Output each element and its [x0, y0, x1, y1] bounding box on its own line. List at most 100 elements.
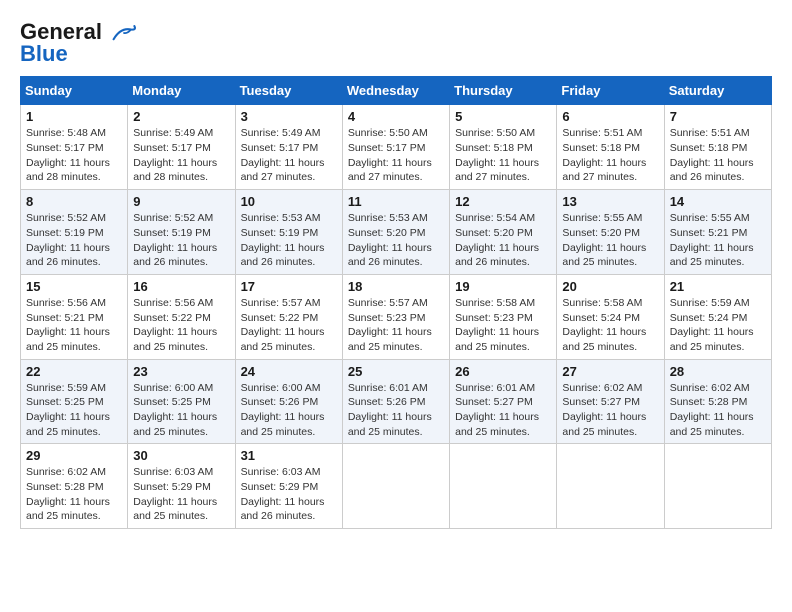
- day-number: 19: [455, 279, 551, 294]
- day-info: Sunrise: 5:56 AM Sunset: 5:22 PM Dayligh…: [133, 296, 229, 355]
- calendar-day-cell: 13 Sunrise: 5:55 AM Sunset: 5:20 PM Dayl…: [557, 190, 664, 275]
- calendar-day-cell: 2 Sunrise: 5:49 AM Sunset: 5:17 PM Dayli…: [128, 105, 235, 190]
- day-info: Sunrise: 5:55 AM Sunset: 5:20 PM Dayligh…: [562, 211, 658, 270]
- day-number: 26: [455, 364, 551, 379]
- calendar-day-cell: [557, 444, 664, 529]
- day-number: 17: [241, 279, 337, 294]
- calendar-day-cell: 7 Sunrise: 5:51 AM Sunset: 5:18 PM Dayli…: [664, 105, 771, 190]
- day-number: 14: [670, 194, 766, 209]
- day-info: Sunrise: 6:00 AM Sunset: 5:25 PM Dayligh…: [133, 381, 229, 440]
- day-number: 6: [562, 109, 658, 124]
- calendar-day-cell: 9 Sunrise: 5:52 AM Sunset: 5:19 PM Dayli…: [128, 190, 235, 275]
- calendar-day-cell: 1 Sunrise: 5:48 AM Sunset: 5:17 PM Dayli…: [21, 105, 128, 190]
- calendar-week-row: 1 Sunrise: 5:48 AM Sunset: 5:17 PM Dayli…: [21, 105, 772, 190]
- day-info: Sunrise: 6:01 AM Sunset: 5:27 PM Dayligh…: [455, 381, 551, 440]
- calendar-week-row: 8 Sunrise: 5:52 AM Sunset: 5:19 PM Dayli…: [21, 190, 772, 275]
- day-number: 13: [562, 194, 658, 209]
- page-header: General Blue: [20, 20, 772, 66]
- day-number: 31: [241, 448, 337, 463]
- day-number: 16: [133, 279, 229, 294]
- day-number: 21: [670, 279, 766, 294]
- calendar-day-cell: 30 Sunrise: 6:03 AM Sunset: 5:29 PM Dayl…: [128, 444, 235, 529]
- calendar-day-cell: 22 Sunrise: 5:59 AM Sunset: 5:25 PM Dayl…: [21, 359, 128, 444]
- day-info: Sunrise: 5:50 AM Sunset: 5:17 PM Dayligh…: [348, 126, 444, 185]
- day-number: 5: [455, 109, 551, 124]
- calendar-header-row: SundayMondayTuesdayWednesdayThursdayFrid…: [21, 77, 772, 105]
- calendar-day-cell: [342, 444, 449, 529]
- calendar-day-cell: 3 Sunrise: 5:49 AM Sunset: 5:17 PM Dayli…: [235, 105, 342, 190]
- day-number: 12: [455, 194, 551, 209]
- day-number: 28: [670, 364, 766, 379]
- day-number: 30: [133, 448, 229, 463]
- day-number: 20: [562, 279, 658, 294]
- day-number: 25: [348, 364, 444, 379]
- day-number: 3: [241, 109, 337, 124]
- day-info: Sunrise: 5:49 AM Sunset: 5:17 PM Dayligh…: [241, 126, 337, 185]
- calendar-day-cell: 18 Sunrise: 5:57 AM Sunset: 5:23 PM Dayl…: [342, 274, 449, 359]
- day-info: Sunrise: 5:58 AM Sunset: 5:23 PM Dayligh…: [455, 296, 551, 355]
- day-number: 10: [241, 194, 337, 209]
- day-info: Sunrise: 5:59 AM Sunset: 5:24 PM Dayligh…: [670, 296, 766, 355]
- day-info: Sunrise: 6:03 AM Sunset: 5:29 PM Dayligh…: [133, 465, 229, 524]
- calendar-day-cell: 6 Sunrise: 5:51 AM Sunset: 5:18 PM Dayli…: [557, 105, 664, 190]
- calendar-day-cell: 26 Sunrise: 6:01 AM Sunset: 5:27 PM Dayl…: [450, 359, 557, 444]
- calendar-day-cell: 23 Sunrise: 6:00 AM Sunset: 5:25 PM Dayl…: [128, 359, 235, 444]
- day-info: Sunrise: 5:55 AM Sunset: 5:21 PM Dayligh…: [670, 211, 766, 270]
- day-number: 27: [562, 364, 658, 379]
- calendar-table: SundayMondayTuesdayWednesdayThursdayFrid…: [20, 76, 772, 529]
- day-info: Sunrise: 6:02 AM Sunset: 5:27 PM Dayligh…: [562, 381, 658, 440]
- day-info: Sunrise: 5:51 AM Sunset: 5:18 PM Dayligh…: [670, 126, 766, 185]
- day-info: Sunrise: 6:00 AM Sunset: 5:26 PM Dayligh…: [241, 381, 337, 440]
- calendar-day-cell: 4 Sunrise: 5:50 AM Sunset: 5:17 PM Dayli…: [342, 105, 449, 190]
- day-number: 1: [26, 109, 122, 124]
- day-info: Sunrise: 5:52 AM Sunset: 5:19 PM Dayligh…: [26, 211, 122, 270]
- day-info: Sunrise: 5:50 AM Sunset: 5:18 PM Dayligh…: [455, 126, 551, 185]
- calendar-day-cell: 17 Sunrise: 5:57 AM Sunset: 5:22 PM Dayl…: [235, 274, 342, 359]
- calendar-day-cell: 12 Sunrise: 5:54 AM Sunset: 5:20 PM Dayl…: [450, 190, 557, 275]
- calendar-week-row: 22 Sunrise: 5:59 AM Sunset: 5:25 PM Dayl…: [21, 359, 772, 444]
- day-number: 24: [241, 364, 337, 379]
- day-info: Sunrise: 5:59 AM Sunset: 5:25 PM Dayligh…: [26, 381, 122, 440]
- weekday-header: Wednesday: [342, 77, 449, 105]
- day-info: Sunrise: 5:53 AM Sunset: 5:20 PM Dayligh…: [348, 211, 444, 270]
- day-info: Sunrise: 6:02 AM Sunset: 5:28 PM Dayligh…: [26, 465, 122, 524]
- day-info: Sunrise: 5:49 AM Sunset: 5:17 PM Dayligh…: [133, 126, 229, 185]
- day-info: Sunrise: 5:56 AM Sunset: 5:21 PM Dayligh…: [26, 296, 122, 355]
- calendar-day-cell: 25 Sunrise: 6:01 AM Sunset: 5:26 PM Dayl…: [342, 359, 449, 444]
- day-number: 23: [133, 364, 229, 379]
- logo-line2: Blue: [20, 42, 138, 66]
- day-number: 9: [133, 194, 229, 209]
- calendar-day-cell: 10 Sunrise: 5:53 AM Sunset: 5:19 PM Dayl…: [235, 190, 342, 275]
- calendar-day-cell: 11 Sunrise: 5:53 AM Sunset: 5:20 PM Dayl…: [342, 190, 449, 275]
- calendar-day-cell: 24 Sunrise: 6:00 AM Sunset: 5:26 PM Dayl…: [235, 359, 342, 444]
- day-number: 18: [348, 279, 444, 294]
- calendar-week-row: 29 Sunrise: 6:02 AM Sunset: 5:28 PM Dayl…: [21, 444, 772, 529]
- weekday-header: Friday: [557, 77, 664, 105]
- weekday-header: Sunday: [21, 77, 128, 105]
- weekday-header: Saturday: [664, 77, 771, 105]
- calendar-day-cell: 29 Sunrise: 6:02 AM Sunset: 5:28 PM Dayl…: [21, 444, 128, 529]
- calendar-day-cell: 28 Sunrise: 6:02 AM Sunset: 5:28 PM Dayl…: [664, 359, 771, 444]
- day-info: Sunrise: 5:54 AM Sunset: 5:20 PM Dayligh…: [455, 211, 551, 270]
- day-info: Sunrise: 5:51 AM Sunset: 5:18 PM Dayligh…: [562, 126, 658, 185]
- day-info: Sunrise: 5:58 AM Sunset: 5:24 PM Dayligh…: [562, 296, 658, 355]
- day-number: 2: [133, 109, 229, 124]
- calendar-day-cell: 15 Sunrise: 5:56 AM Sunset: 5:21 PM Dayl…: [21, 274, 128, 359]
- day-info: Sunrise: 6:01 AM Sunset: 5:26 PM Dayligh…: [348, 381, 444, 440]
- day-number: 22: [26, 364, 122, 379]
- calendar-day-cell: 20 Sunrise: 5:58 AM Sunset: 5:24 PM Dayl…: [557, 274, 664, 359]
- calendar-day-cell: 8 Sunrise: 5:52 AM Sunset: 5:19 PM Dayli…: [21, 190, 128, 275]
- day-number: 15: [26, 279, 122, 294]
- weekday-header: Tuesday: [235, 77, 342, 105]
- day-info: Sunrise: 5:57 AM Sunset: 5:22 PM Dayligh…: [241, 296, 337, 355]
- day-info: Sunrise: 5:53 AM Sunset: 5:19 PM Dayligh…: [241, 211, 337, 270]
- calendar-day-cell: [664, 444, 771, 529]
- calendar-day-cell: 5 Sunrise: 5:50 AM Sunset: 5:18 PM Dayli…: [450, 105, 557, 190]
- calendar-week-row: 15 Sunrise: 5:56 AM Sunset: 5:21 PM Dayl…: [21, 274, 772, 359]
- calendar-day-cell: 27 Sunrise: 6:02 AM Sunset: 5:27 PM Dayl…: [557, 359, 664, 444]
- calendar-day-cell: 16 Sunrise: 5:56 AM Sunset: 5:22 PM Dayl…: [128, 274, 235, 359]
- day-info: Sunrise: 5:57 AM Sunset: 5:23 PM Dayligh…: [348, 296, 444, 355]
- calendar-day-cell: 31 Sunrise: 6:03 AM Sunset: 5:29 PM Dayl…: [235, 444, 342, 529]
- day-info: Sunrise: 6:03 AM Sunset: 5:29 PM Dayligh…: [241, 465, 337, 524]
- logo: General Blue: [20, 20, 138, 66]
